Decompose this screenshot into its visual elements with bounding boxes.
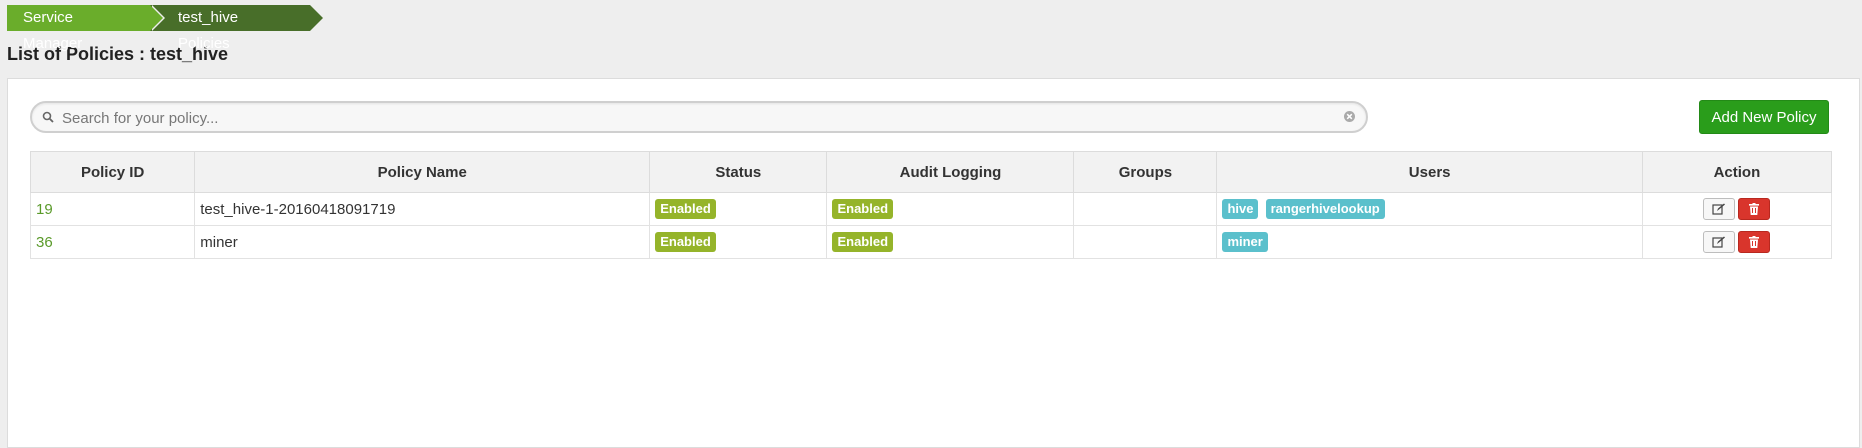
edit-icon [1712, 236, 1726, 248]
add-new-policy-button[interactable]: Add New Policy [1699, 100, 1829, 134]
edit-button[interactable] [1703, 198, 1736, 220]
col-audit-logging[interactable]: Audit Logging [826, 151, 1075, 193]
policy-id-link[interactable]: 36 [36, 234, 53, 251]
col-policy-name[interactable]: Policy Name [194, 151, 651, 193]
search-input[interactable] [60, 103, 1334, 133]
policy-groups [1073, 192, 1218, 226]
table-row: 36 miner Enabled Enabled miner [29, 225, 1833, 259]
policy-name: miner [194, 225, 651, 259]
policies-table: Policy ID Policy Name Status Audit Loggi… [29, 151, 1833, 259]
col-status[interactable]: Status [649, 151, 828, 193]
breadcrumb: Service Manager test_hive Policies [7, 5, 323, 52]
user-badge: hive [1222, 199, 1259, 219]
search-box[interactable] [30, 101, 1368, 133]
col-groups[interactable]: Groups [1073, 151, 1218, 193]
policy-name: test_hive-1-20160418091719 [194, 192, 651, 226]
col-action: Action [1641, 151, 1833, 193]
audit-badge: Enabled [832, 199, 894, 219]
col-users[interactable]: Users [1216, 151, 1643, 193]
search-icon [42, 110, 54, 128]
delete-button[interactable] [1738, 198, 1771, 220]
delete-button[interactable] [1738, 231, 1771, 253]
breadcrumb-service-manager[interactable]: Service Manager [7, 5, 165, 52]
status-badge: Enabled [655, 199, 716, 219]
edit-icon [1712, 203, 1726, 215]
status-badge: Enabled [655, 232, 716, 252]
breadcrumb-policies[interactable]: test_hive Policies [150, 5, 323, 52]
table-row: 19 test_hive-1-20160418091719 Enabled En… [29, 192, 1833, 226]
clear-icon[interactable] [1343, 110, 1356, 128]
trash-icon [1749, 236, 1760, 248]
user-badge: rangerhivelookup [1265, 199, 1385, 219]
user-badge: miner [1222, 232, 1268, 252]
policies-panel: Add New Policy Policy ID Policy Name Sta… [7, 78, 1860, 448]
edit-button[interactable] [1703, 231, 1736, 253]
policy-groups [1073, 225, 1218, 259]
col-policy-id[interactable]: Policy ID [29, 151, 196, 193]
table-header-row: Policy ID Policy Name Status Audit Loggi… [29, 151, 1833, 193]
trash-icon [1749, 203, 1760, 215]
policy-id-link[interactable]: 19 [36, 201, 53, 218]
audit-badge: Enabled [832, 232, 894, 252]
